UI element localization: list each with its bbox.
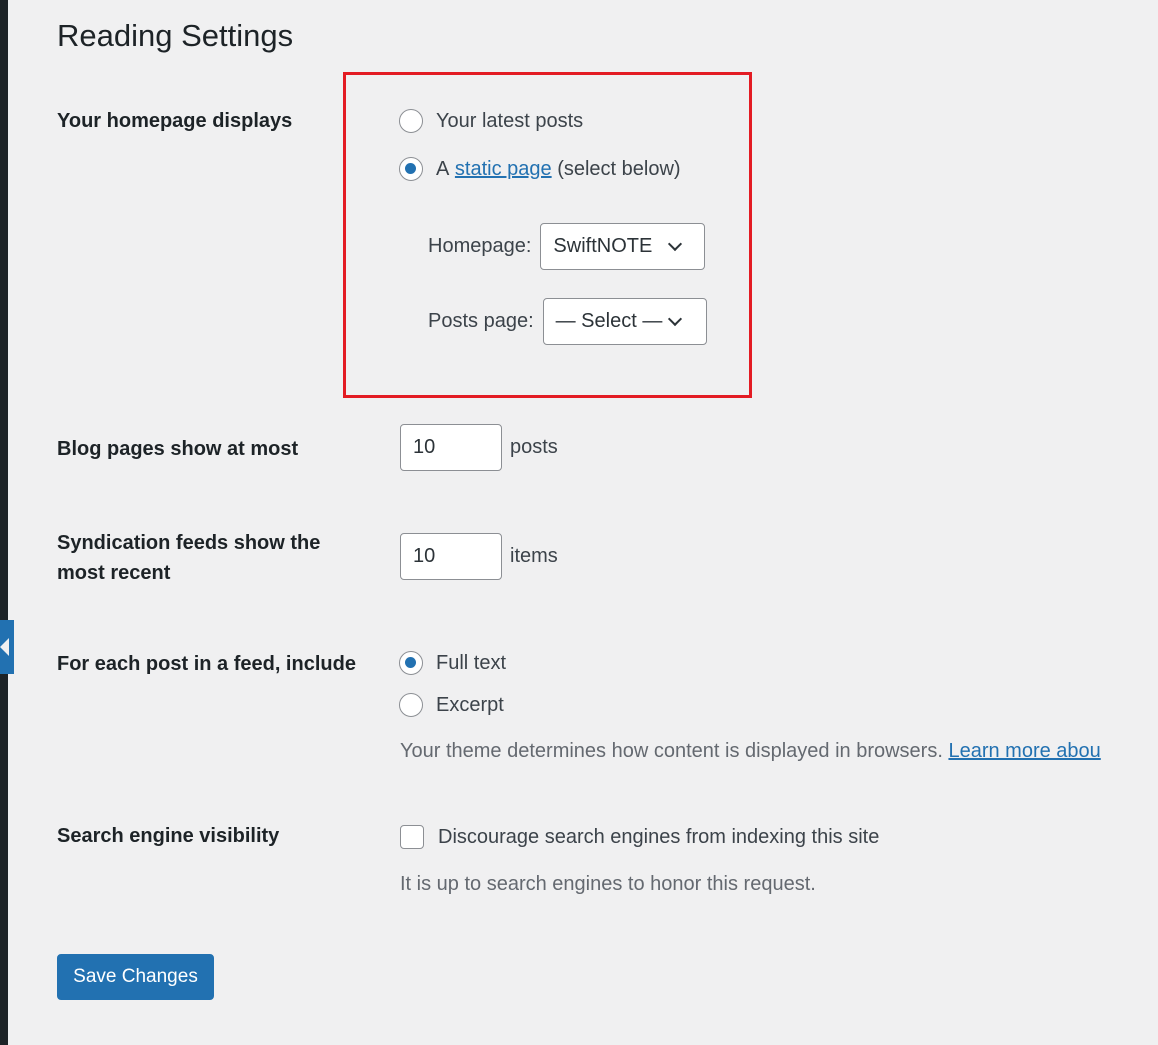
syndication-label-line2: most recent (57, 562, 171, 584)
radio-full-text-control[interactable] (399, 651, 423, 675)
posts-page-select-row: Posts page: — Select — (428, 298, 707, 345)
posts-page-select-label: Posts page: (428, 310, 534, 332)
feed-include-description: Your theme determines how content is dis… (400, 740, 1101, 763)
homepage-select-value: SwiftNOTE (553, 235, 653, 257)
radio-full-text[interactable]: Full text (399, 651, 506, 675)
syndication-input[interactable]: 10 (400, 533, 502, 580)
feed-description-text: Your theme determines how content is dis… (400, 740, 943, 762)
radio-static-suffix: (select below) (557, 157, 681, 180)
radio-excerpt[interactable]: Excerpt (399, 693, 504, 717)
search-visibility-description: It is up to search engines to honor this… (400, 873, 816, 895)
radio-excerpt-control[interactable] (399, 693, 423, 717)
homepage-select[interactable]: SwiftNOTE (540, 223, 706, 270)
blog-pages-label: Blog pages show at most (57, 438, 299, 460)
radio-latest-posts-control[interactable] (399, 109, 423, 133)
page-title: Reading Settings (57, 18, 294, 53)
posts-page-select-value: — Select — (555, 310, 663, 332)
blog-pages-value: 10 (413, 436, 436, 458)
search-visibility-label: Search engine visibility (57, 825, 280, 847)
discourage-search-checkbox-row[interactable]: Discourage search engines from indexing … (400, 825, 879, 849)
chevron-down-icon (668, 236, 683, 251)
homepage-select-row: Homepage: SwiftNOTE (428, 223, 706, 270)
posts-page-select[interactable]: — Select — (542, 298, 707, 345)
learn-more-link[interactable]: Learn more abou (948, 740, 1100, 762)
blog-pages-input[interactable]: 10 (400, 424, 502, 471)
radio-static-page-control[interactable] (399, 157, 423, 181)
settings-page: Reading Settings Your homepage displays … (0, 0, 1158, 1045)
syndication-label-line1: Syndication feeds show the (57, 532, 321, 554)
chevron-down-icon (668, 311, 683, 326)
radio-static-page[interactable]: A static page (select below) (399, 157, 681, 181)
feed-include-label: For each post in a feed, include (57, 653, 356, 675)
homepage-displays-label: Your homepage displays (57, 110, 293, 132)
radio-static-prefix: A (436, 157, 450, 180)
homepage-select-label: Homepage: (428, 235, 532, 257)
static-page-link[interactable]: static page (455, 158, 552, 181)
blog-pages-suffix: posts (510, 436, 558, 458)
radio-latest-posts-label: Your latest posts (436, 109, 584, 132)
discourage-search-checkbox[interactable] (400, 825, 424, 849)
radio-excerpt-label: Excerpt (436, 693, 504, 716)
save-changes-button[interactable]: Save Changes (57, 954, 214, 1000)
discourage-search-label: Discourage search engines from indexing … (438, 825, 880, 848)
syndication-value: 10 (413, 545, 436, 567)
radio-latest-posts[interactable]: Your latest posts (399, 109, 583, 133)
syndication-suffix: items (510, 545, 558, 567)
radio-full-text-label: Full text (436, 651, 507, 674)
